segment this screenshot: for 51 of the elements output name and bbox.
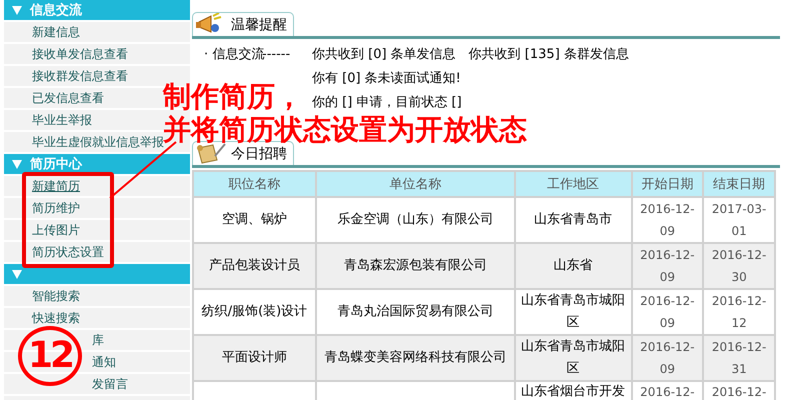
- table-cell: 2016-12-31: [704, 336, 774, 380]
- table-cell: 2016-12-30: [704, 244, 774, 288]
- table-cell: 2017-03-01: [704, 198, 774, 242]
- table-cell: 青岛蝶变美容网络科技有限公司: [316, 336, 514, 380]
- table-cell: 2016-12-: [632, 382, 702, 400]
- sidebar-item[interactable]: 毕业生虚假就业信息举报: [32, 135, 164, 149]
- panel-tab[interactable]: 温馨提醒: [192, 12, 294, 36]
- table-cell: 山东省烟台市开发: [516, 382, 631, 400]
- table-cell: 平面设计师: [194, 336, 315, 380]
- annotation-text: 制作简历，: [163, 82, 303, 111]
- sidebar-item[interactable]: 已发信息查看: [32, 91, 104, 105]
- table-cell: 2016-12-09: [632, 244, 702, 288]
- annotation-text: 并将简历状态设置为开放状态: [163, 115, 527, 144]
- sidebar-item[interactable]: 接收群发信息查看: [32, 69, 128, 83]
- sidebar-item[interactable]: 上传图片: [32, 223, 80, 237]
- sidebar-item[interactable]: 通知: [92, 355, 116, 369]
- notice-message: 你共收到 [0] 条单发信息 你共收到 [135] 条群发信息: [312, 46, 630, 62]
- sidebar-item[interactable]: 简历维护: [32, 201, 80, 215]
- sidebar-item[interactable]: 简历状态设置: [32, 245, 104, 259]
- table-cell: 2016-12-09: [632, 336, 702, 380]
- sidebar-item[interactable]: 库: [92, 333, 104, 347]
- table-cell: 2016-12-09: [632, 198, 702, 242]
- column-header: 结束日期: [704, 172, 774, 196]
- sidebar-item[interactable]: 发留言: [92, 377, 128, 391]
- column-header: 单位名称: [316, 172, 514, 196]
- table-cell: 青岛森宏源包装有限公司: [316, 244, 514, 288]
- table-cell: 乐金空调（山东）有限公司: [316, 198, 514, 242]
- notice-message: 你有 [0] 条未读面试通知!: [312, 70, 462, 86]
- table-cell: 产品包装设计员: [194, 244, 315, 288]
- column-header: 职位名称: [194, 172, 315, 196]
- table-cell: 空调、锅炉: [194, 198, 315, 242]
- notice-message: 你的 [] 申请，目前状态 []: [312, 94, 463, 110]
- column-header: 开始日期: [632, 172, 702, 196]
- sidebar-item[interactable]: 毕业生举报: [32, 113, 92, 127]
- sidebar-item[interactable]: 快速搜索: [32, 311, 80, 325]
- sidebar-item[interactable]: 智能搜索: [32, 289, 80, 303]
- sidebar-item[interactable]: 接收单发信息查看: [32, 47, 128, 61]
- table-cell: 山东省: [516, 244, 631, 288]
- sidebar-item[interactable]: 新建简历: [32, 179, 80, 193]
- table-cell: 2016-12-: [704, 382, 774, 400]
- notice-label: · 信息交流: [204, 46, 262, 62]
- table-cell: 青岛丸治国际贸易有限公司: [316, 290, 514, 334]
- table-cell: 2016-12-09: [632, 290, 702, 334]
- table-cell: 纺织/服饰(装)设计: [194, 290, 315, 334]
- table-cell: 山东省青岛市: [516, 198, 631, 242]
- table-cell: 2016-12-12: [704, 290, 774, 334]
- sidebar-item[interactable]: 新建信息: [32, 25, 80, 39]
- table-cell: 山东省青岛市城阳区: [516, 290, 631, 334]
- column-header: 工作地区: [516, 172, 631, 196]
- step-number: 12: [18, 326, 82, 386]
- table-cell: 山东省青岛市城阳区: [516, 336, 631, 380]
